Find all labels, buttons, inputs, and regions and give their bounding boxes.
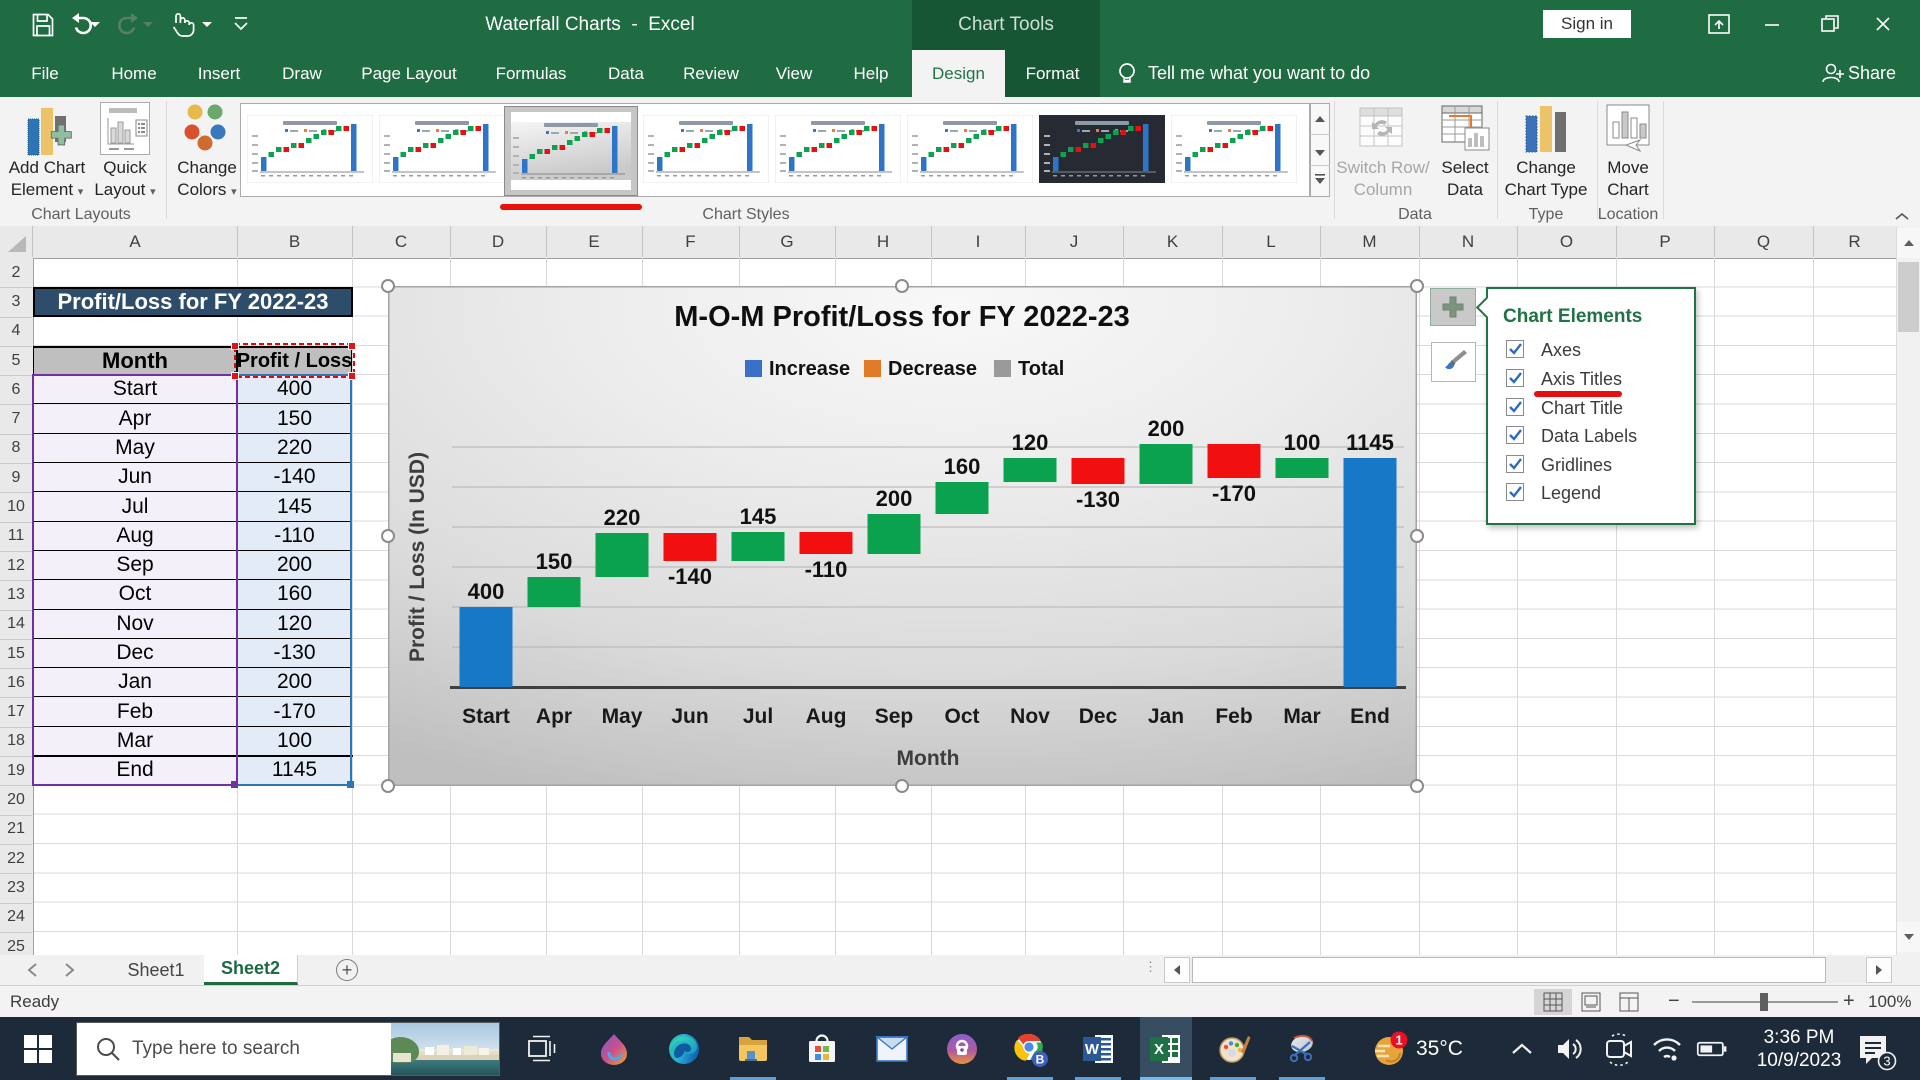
svg-text:1145: 1145	[1346, 430, 1394, 455]
svg-text:-130: -130	[1076, 487, 1120, 512]
svg-text:Sep: Sep	[875, 705, 914, 728]
svg-text:Jul: Jul	[743, 705, 773, 728]
svg-text:Jun: Jun	[671, 705, 708, 728]
svg-text:-110: -110	[805, 557, 848, 582]
svg-text:-170: -170	[1212, 481, 1256, 506]
svg-text:220: 220	[604, 505, 641, 530]
svg-text:200: 200	[1148, 416, 1185, 441]
svg-text:B: B	[1036, 1053, 1045, 1067]
svg-text:160: 160	[944, 454, 981, 479]
svg-text:150: 150	[536, 549, 573, 574]
svg-text:Total: Total	[1018, 358, 1064, 380]
svg-text:Aug: Aug	[806, 705, 847, 728]
svg-text:X: X	[1154, 1041, 1164, 1058]
svg-text:145: 145	[740, 504, 777, 529]
svg-text:May: May	[602, 705, 643, 728]
svg-text:W: W	[1085, 1041, 1100, 1058]
svg-text:Decrease: Decrease	[888, 358, 977, 380]
svg-text:Start: Start	[462, 705, 510, 728]
svg-text:M-O-M Profit/Loss for FY 2022-: M-O-M Profit/Loss for FY 2022-23	[674, 301, 1130, 333]
svg-text:3: 3	[1883, 1054, 1890, 1069]
svg-text:Month: Month	[897, 747, 960, 770]
svg-text:Increase: Increase	[769, 358, 850, 380]
svg-text:100: 100	[1284, 430, 1321, 455]
svg-text:Mar: Mar	[1283, 705, 1320, 728]
svg-text:Dec: Dec	[1079, 705, 1118, 728]
svg-text:-140: -140	[668, 564, 712, 589]
svg-text:400: 400	[468, 579, 505, 604]
svg-text:End: End	[1350, 705, 1390, 728]
svg-text:Nov: Nov	[1010, 705, 1050, 728]
svg-text:120: 120	[1012, 430, 1049, 455]
svg-text:Jan: Jan	[1148, 705, 1184, 728]
svg-text:Feb: Feb	[1215, 705, 1252, 728]
svg-text:1: 1	[1395, 1033, 1402, 1048]
svg-text:Apr: Apr	[536, 705, 572, 728]
svg-text:200: 200	[876, 486, 913, 511]
svg-text:Profit / Loss (In USD): Profit / Loss (In USD)	[406, 452, 429, 662]
svg-text:Oct: Oct	[944, 705, 979, 728]
